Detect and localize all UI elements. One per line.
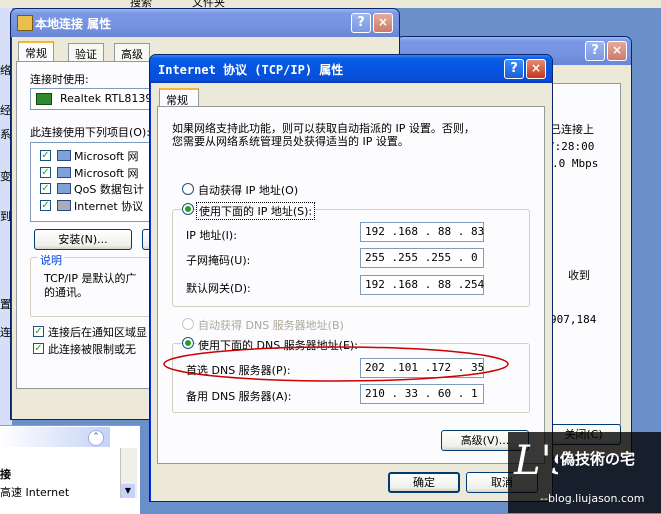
alternate-dns-field[interactable]: 210 . 33 . 60 . 1 bbox=[360, 384, 484, 404]
alternate-dns-label: 备用 DNS 服务器(A): bbox=[186, 390, 292, 403]
tab-general[interactable]: 常规 bbox=[18, 41, 54, 61]
status-close-button[interactable]: × bbox=[607, 41, 627, 61]
show-icon-label: 连接后在通知区域显 bbox=[48, 326, 147, 339]
protocol-icon bbox=[57, 200, 71, 211]
collapse-chevron-icon[interactable]: ⌃ bbox=[88, 430, 104, 446]
details-item-title: 接 bbox=[0, 468, 11, 481]
watermark-url: --blog.liujason.com bbox=[540, 492, 645, 505]
description-line-2: 的通讯。 bbox=[44, 286, 88, 299]
ip-address-label: IP 地址(I): bbox=[186, 229, 237, 242]
status-connected-text: 已连接上 bbox=[550, 123, 594, 136]
items-label: 此连接使用下列项目(O): bbox=[30, 126, 150, 139]
item-label-2: Microsoft 网 bbox=[74, 167, 139, 180]
network-connection-icon bbox=[17, 15, 33, 31]
side-fragment-7: 置 bbox=[0, 298, 11, 311]
status-help-button[interactable]: ? bbox=[585, 41, 605, 61]
show-icon-checkbox[interactable]: ✓ bbox=[33, 326, 44, 337]
side-fragment-6: 连 bbox=[0, 326, 11, 339]
auto-dns-radio[interactable] bbox=[182, 318, 194, 330]
item-label-3: QoS 数据包计 bbox=[74, 183, 144, 196]
intro-line-2: 您需要从网络系统管理员处获得适当的 IP 设置。 bbox=[172, 135, 409, 148]
gateway-label: 默认网关(D): bbox=[186, 282, 251, 295]
properties-close-button[interactable]: × bbox=[373, 13, 393, 33]
properties-window-title: 本地连接 属性 bbox=[35, 17, 112, 31]
notify-limited-checkbox[interactable]: ✓ bbox=[33, 343, 44, 354]
ip-address-field[interactable]: 192 .168 . 88 . 83 bbox=[360, 222, 484, 242]
item-checkbox-1[interactable]: ✓ bbox=[40, 150, 51, 161]
adapter-name: Realtek RTL8139 bbox=[60, 92, 153, 105]
qos-icon bbox=[57, 183, 71, 194]
watermark-logo: L's bbox=[513, 438, 558, 480]
subnet-mask-label: 子网掩码(U): bbox=[186, 254, 251, 267]
notify-limited-label: 此连接被限制或无 bbox=[48, 343, 136, 356]
auto-dns-label[interactable]: 自动获得 DNS 服务器地址(B) bbox=[198, 317, 344, 333]
side-fragment-5: 到 bbox=[0, 210, 11, 223]
explorer-toolbar-strip bbox=[0, 0, 661, 8]
subnet-mask-field[interactable]: 255 .255 .255 . 0 bbox=[360, 248, 484, 268]
manual-ip-label[interactable]: 使用下面的 IP 地址(S): bbox=[196, 202, 316, 220]
description-title: 说明 bbox=[38, 252, 64, 268]
details-item-subtitle: 高速 Internet bbox=[0, 486, 70, 499]
gateway-field[interactable]: 192 .168 . 88 .254 bbox=[360, 275, 484, 295]
tcpip-help-button[interactable]: ? bbox=[504, 59, 524, 79]
tcpip-tab-general[interactable]: 常规 bbox=[159, 88, 199, 108]
file-sharing-icon bbox=[57, 167, 71, 178]
auto-ip-radio[interactable] bbox=[182, 183, 194, 195]
side-fragment-1: 络 bbox=[0, 64, 11, 77]
auto-ip-label[interactable]: 自动获得 IP 地址(O) bbox=[198, 182, 298, 198]
properties-help-button[interactable]: ? bbox=[351, 13, 371, 33]
install-button[interactable]: 安装(N)... bbox=[34, 229, 132, 250]
watermark-logo-text: L's bbox=[513, 438, 558, 480]
tab-authentication[interactable]: 验证 bbox=[68, 43, 104, 61]
item-label-1: Microsoft 网 bbox=[74, 150, 139, 163]
status-speed-text: .0 Mbps bbox=[552, 157, 599, 170]
item-checkbox-2[interactable]: ✓ bbox=[40, 167, 51, 178]
side-fragment-3: 系 bbox=[0, 128, 11, 141]
ok-button[interactable]: 确定 bbox=[388, 472, 460, 493]
network-client-icon bbox=[57, 150, 71, 161]
tcpip-dialog-title: Internet 协议 (TCP/IP) 属性 bbox=[158, 63, 344, 77]
item-checkbox-3[interactable]: ✓ bbox=[40, 183, 51, 194]
item-label-4: Internet 协议 bbox=[74, 200, 144, 213]
network-adapter-icon bbox=[36, 93, 52, 105]
side-fragment-2: 经 bbox=[0, 104, 11, 117]
scroll-down-icon[interactable]: ▼ bbox=[121, 484, 135, 498]
tcpip-close-button[interactable]: × bbox=[526, 59, 546, 79]
watermark-brand: 偽技術の宅 bbox=[560, 450, 636, 468]
side-fragment-4: 变 bbox=[0, 170, 11, 183]
status-received-value: 907,184 bbox=[550, 313, 597, 326]
status-received-label: 收到 bbox=[568, 269, 590, 282]
tab-advanced[interactable]: 高级 bbox=[114, 43, 150, 61]
status-duration-text: 7:28:00 bbox=[548, 140, 595, 153]
highlight-ellipse bbox=[163, 346, 509, 382]
item-checkbox-4[interactable]: ✓ bbox=[40, 200, 51, 211]
connect-using-label: 连接时使用: bbox=[30, 73, 89, 86]
manual-ip-radio[interactable] bbox=[182, 203, 194, 215]
